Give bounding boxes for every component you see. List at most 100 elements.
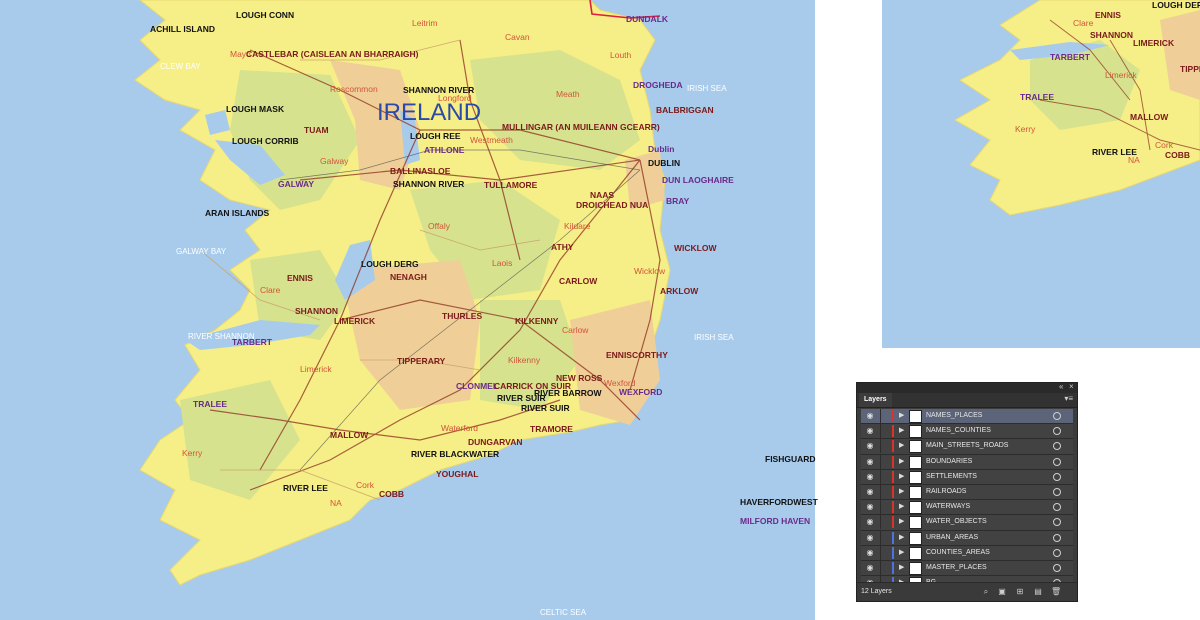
expand-arrow-icon[interactable]: ▶ [899,517,904,525]
layer-name[interactable]: MAIN_STREETS_ROADS [926,439,1008,453]
lock-toggle[interactable] [880,439,891,454]
visibility-eye-icon[interactable]: ◉ [863,563,877,573]
layer-row[interactable]: ◉ ▶ SETTLEMENTS [861,469,1073,485]
expand-arrow-icon[interactable]: ▶ [899,441,904,449]
town-label: TRALEE [193,399,227,409]
layer-row[interactable]: ◉ ▶ COUNTIES_AREAS [861,545,1073,561]
lock-toggle[interactable] [880,560,891,575]
expand-arrow-icon[interactable]: ▶ [899,502,904,510]
town-label: ENNIS [1095,10,1121,20]
town-label: TIPPE [1180,64,1200,74]
visibility-eye-icon[interactable]: ◉ [863,502,877,512]
target-circle-icon[interactable] [1053,442,1061,451]
lock-toggle[interactable] [880,545,891,560]
target-circle-icon[interactable] [1053,457,1061,466]
layer-name[interactable]: WATER_OBJECTS [926,515,987,529]
town-label: WEXFORD [619,387,662,397]
layer-row[interactable]: ◉ ▶ MAIN_STREETS_ROADS [861,439,1073,455]
visibility-eye-icon[interactable]: ◉ [863,533,877,543]
close-icon[interactable]: × [1069,382,1074,391]
target-circle-icon[interactable] [1053,472,1061,481]
expand-arrow-icon[interactable]: ▶ [899,426,904,434]
locate-object-icon[interactable]: ⌕ [981,587,991,597]
panel-menu-icon[interactable]: ▾≡ [1064,394,1073,403]
panel-title-bar[interactable]: « × [857,382,1077,393]
visibility-eye-icon[interactable]: ◉ [863,411,877,421]
lock-toggle[interactable] [880,484,891,499]
layer-color-swatch [892,425,894,438]
layer-row[interactable]: ◉ ▶ URBAN_AREAS [861,530,1073,546]
make-clipping-mask-icon[interactable]: ▣ [997,587,1007,597]
county-label: Cork [1155,140,1174,150]
layer-count: 12 Layers [861,588,892,595]
layer-name[interactable]: RAILROADS [926,485,966,499]
layer-row[interactable]: ◉ ▶ NAMES_COUNTIES [861,424,1073,440]
visibility-eye-icon[interactable]: ◉ [863,472,877,482]
layer-name[interactable]: URBAN_AREAS [926,531,978,545]
town-label: KILKENNY [515,316,559,326]
place-label: LOUGH DERG [1152,0,1200,10]
lock-toggle[interactable] [880,409,891,423]
delete-layer-icon[interactable]: 🗑 [1051,587,1061,597]
county-label: Laois [492,258,512,268]
layer-name[interactable]: NAMES_COUNTIES [926,424,991,438]
target-circle-icon[interactable] [1053,412,1061,420]
layer-name[interactable]: WATERWAYS [926,500,970,514]
layer-name[interactable]: MASTER_PLACES [926,561,987,575]
expand-arrow-icon[interactable]: ▶ [899,563,904,571]
lock-toggle[interactable] [880,530,891,545]
layer-color-swatch [892,546,894,559]
lock-toggle[interactable] [880,515,891,530]
layers-tab[interactable]: Layers [859,393,892,407]
place-label: ACHILL ISLAND [150,24,215,34]
layer-name[interactable]: COUNTIES_AREAS [926,546,990,560]
lock-toggle[interactable] [880,469,891,484]
expand-arrow-icon[interactable]: ▶ [899,548,904,556]
expand-arrow-icon[interactable]: ▶ [899,533,904,541]
layer-row[interactable]: ◉ ▶ WATERWAYS [861,500,1073,516]
layer-row[interactable]: ◉ ▶ NAMES_PLACES [861,409,1073,425]
town-label: LIMERICK [1133,38,1175,48]
layer-name[interactable]: SETTLEMENTS [926,470,977,484]
county-label: Louth [610,50,632,60]
layers-panel[interactable]: « × Layers ▾≡ ◉ ▶ NAMES_PLACES ◉ ▶ NAMES_COUN… [856,382,1078,602]
expand-arrow-icon[interactable]: ▶ [899,487,904,495]
town-label: ATHLONE [424,145,465,155]
collapse-icon[interactable]: « [1059,382,1063,391]
town-label: SHANNON [295,306,338,316]
town-label: TULLAMORE [484,180,538,190]
target-circle-icon[interactable] [1053,548,1061,557]
lock-toggle[interactable] [880,500,891,515]
target-circle-icon[interactable] [1053,503,1061,512]
layer-thumbnail [909,410,922,423]
town-label: TRAMORE [530,424,573,434]
target-circle-icon[interactable] [1053,518,1061,527]
layer-row[interactable]: ◉ ▶ MASTER_PLACES [861,560,1073,577]
visibility-eye-icon[interactable]: ◉ [863,441,877,451]
visibility-eye-icon[interactable]: ◉ [863,548,877,558]
layer-row[interactable]: ◉ ▶ RAILROADS [861,484,1073,501]
lock-toggle[interactable] [880,454,891,469]
town-label: MULLINGAR (AN MUILEANN GCEARR) [502,122,660,132]
target-circle-icon[interactable] [1053,427,1061,436]
target-circle-icon[interactable] [1053,533,1061,542]
visibility-eye-icon[interactable]: ◉ [863,517,877,527]
layer-row[interactable]: ◉ ▶ WATER_OBJECTS [861,515,1073,531]
visibility-eye-icon[interactable]: ◉ [863,457,877,467]
visibility-eye-icon[interactable]: ◉ [863,487,877,497]
town-label: CASTLEBAR (CAISLEAN AN BHARRAIGH) [246,49,419,59]
expand-arrow-icon[interactable]: ▶ [899,457,904,465]
layer-name[interactable]: NAMES_PLACES [926,409,982,423]
visibility-eye-icon[interactable]: ◉ [863,426,877,436]
expand-arrow-icon[interactable]: ▶ [899,411,904,419]
create-sublayer-icon[interactable]: ⊞ [1015,587,1025,597]
layer-row[interactable]: ◉ ▶ BOUNDARIES [861,454,1073,470]
lock-toggle[interactable] [880,424,891,439]
layer-name[interactable]: BOUNDARIES [926,455,972,469]
county-label: Clare [1073,18,1094,28]
target-circle-icon[interactable] [1053,563,1061,572]
create-new-layer-icon[interactable]: ▤ [1033,587,1043,597]
town-label: LIMERICK [334,316,376,326]
target-circle-icon[interactable] [1053,487,1061,496]
expand-arrow-icon[interactable]: ▶ [899,472,904,480]
